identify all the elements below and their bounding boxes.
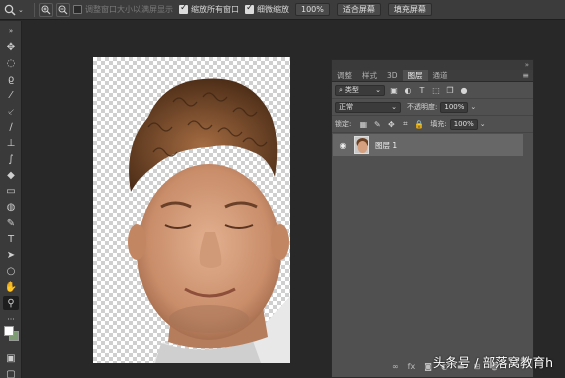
hand-tool-icon[interactable]: ✋ — [3, 280, 19, 294]
pen-tool-icon[interactable]: ✎ — [3, 216, 19, 230]
filter-shape-icon[interactable]: ⬚ — [431, 85, 441, 95]
quick-mask-icon[interactable]: ▣ — [3, 351, 19, 365]
filter-kind-select[interactable]: ⌕ 类型 ⌄ — [335, 84, 385, 96]
chevron-down-icon[interactable]: ⌄ — [480, 120, 486, 128]
filter-smart-object-icon[interactable]: ❐ — [445, 85, 455, 95]
filter-type-icon[interactable]: T — [417, 85, 427, 95]
tab-channels[interactable]: 通道 — [428, 70, 453, 81]
options-bar: ⌄ 调整窗口大小以满屏显示 缩放所有窗口 细微缩放 100% 适合屏幕 填充屏幕 — [0, 0, 565, 20]
portrait-image — [128, 78, 290, 363]
shape-tool-icon[interactable]: ○ — [3, 264, 19, 278]
scrubby-zoom-label: 细微缩放 — [257, 5, 289, 14]
lock-row: 锁定: ▦ ✎ ✥ ⌗ 🔒 填充: 100% ⌄ — [332, 116, 533, 133]
lasso-tool-icon[interactable]: ϱ — [3, 72, 19, 86]
lock-image-icon[interactable]: ✎ — [372, 119, 382, 129]
screen-mode-icon[interactable]: ▢ — [3, 367, 19, 378]
lock-artboard-icon[interactable]: ⌗ — [400, 119, 410, 129]
blend-mode-value: 正常 — [339, 103, 353, 111]
checkbox-box — [73, 5, 82, 14]
watermark-text: 头条号 / 部落窝教育h — [432, 355, 553, 370]
chevron-down-icon: ⌄ — [18, 5, 24, 14]
filter-row: ⌕ 类型 ⌄ ▣ ◐ T ⬚ ❐ ● — [332, 82, 533, 99]
move-tool-icon[interactable]: ✥ — [3, 40, 19, 54]
marquee-tool-icon[interactable]: ◌ — [3, 56, 19, 70]
brush-tool-icon[interactable]: ∕ — [3, 120, 19, 134]
eraser-tool-icon[interactable]: ◆ — [3, 168, 19, 182]
document-canvas[interactable] — [93, 57, 290, 363]
zoom-all-windows-checkbox[interactable]: 缩放所有窗口 — [179, 3, 239, 15]
layer-thumbnail — [354, 136, 369, 154]
opacity-label: 不透明度: — [407, 103, 438, 111]
fill-label: 填充: — [430, 120, 447, 128]
blend-mode-select[interactable]: 正常 ⌄ — [335, 101, 401, 113]
portrait-thumbnail — [356, 138, 368, 153]
layer-style-icon[interactable]: fx — [408, 362, 416, 371]
lock-all-icon[interactable]: 🔒 — [414, 119, 424, 129]
layer-name: 图层 1 — [375, 140, 398, 150]
foreground-color-swatch[interactable] — [4, 326, 14, 336]
lock-transparent-icon[interactable]: ▦ — [358, 119, 368, 129]
more-tools-icon[interactable]: ··· — [3, 312, 19, 326]
tools-panel: » ✥ ◌ ϱ ⁄ ⸔ ∕ ⊥ ∫ ◆ ▭ ◍ ✎ T ➤ ○ ✋ ⚲ ··· … — [0, 21, 22, 378]
tab-adjustments[interactable]: 调整 — [332, 70, 357, 81]
resize-windows-label: 调整窗口大小以满屏显示 — [85, 5, 173, 14]
panel-header: » — [332, 60, 533, 70]
fill-field[interactable]: 100% — [449, 118, 478, 130]
history-brush-icon[interactable]: ∫ — [3, 152, 19, 166]
zoom-out-icon — [58, 5, 68, 14]
magic-wand-tool-icon[interactable]: ⁄ — [3, 88, 19, 102]
search-icon: ⌕ — [339, 85, 343, 94]
tab-layers[interactable]: 图层 — [402, 70, 428, 81]
collapse-arrows-icon[interactable]: » — [3, 24, 19, 38]
eye-icon[interactable]: ◉ — [336, 141, 350, 150]
zoom-100-button[interactable]: 100% — [295, 3, 330, 16]
path-selection-icon[interactable]: ➤ — [3, 248, 19, 262]
zoom-in-icon — [41, 5, 51, 14]
link-layers-icon[interactable]: ∞ — [392, 362, 399, 371]
tab-styles[interactable]: 样式 — [357, 70, 382, 81]
zoom-all-windows-label: 缩放所有窗口 — [191, 5, 239, 14]
filter-pixel-icon[interactable]: ▣ — [389, 85, 399, 95]
zoom-tool-preset[interactable]: ⌄ — [4, 2, 30, 18]
zoom-in-button[interactable] — [39, 2, 53, 17]
filter-kind-value: 类型 — [344, 86, 359, 94]
blur-tool-icon[interactable]: ◍ — [3, 200, 19, 214]
fit-screen-button[interactable]: 适合屏幕 — [336, 3, 381, 16]
layers-panel: » 调整 样式 3D 图层 通道 ≡ ⌕ 类型 ⌄ ▣ ◐ T ⬚ ❐ ● 正常… — [331, 59, 534, 378]
fill-screen-button[interactable]: 填充屏幕 — [387, 3, 432, 16]
divider — [34, 2, 35, 17]
filter-adjustment-icon[interactable]: ◐ — [403, 85, 413, 95]
gradient-tool-icon[interactable]: ▭ — [3, 184, 19, 198]
resize-windows-checkbox[interactable]: 调整窗口大小以满屏显示 — [73, 4, 173, 15]
zoom-icon — [4, 4, 16, 16]
lock-label: 锁定: — [335, 120, 352, 128]
opacity-field[interactable]: 100% — [440, 101, 469, 113]
chevron-down-icon: ⌄ — [391, 103, 397, 111]
panel-tabs: 调整 样式 3D 图层 通道 ≡ — [332, 70, 533, 82]
eyedropper-tool-icon[interactable]: ⸔ — [3, 104, 19, 118]
blend-row: 正常 ⌄ 不透明度: 100% ⌄ — [332, 99, 533, 116]
zoom-out-button[interactable] — [56, 2, 70, 17]
scrubby-zoom-checkbox[interactable]: 细微缩放 — [245, 3, 289, 15]
stamp-tool-icon[interactable]: ⊥ — [3, 136, 19, 150]
checkbox-box — [179, 3, 188, 14]
tab-3d[interactable]: 3D — [382, 70, 403, 81]
panel-menu-icon[interactable]: ≡ — [522, 71, 529, 80]
lock-position-icon[interactable]: ✥ — [386, 119, 396, 129]
collapse-icon[interactable]: » — [525, 61, 529, 69]
zoom-tool-icon[interactable]: ⚲ — [3, 296, 19, 310]
checkbox-box — [245, 3, 254, 14]
add-mask-icon[interactable]: ◙ — [424, 362, 432, 371]
layer-row[interactable]: ◉ 图层 1 — [333, 134, 523, 156]
filter-toggle-icon[interactable]: ● — [459, 85, 469, 95]
type-tool-icon[interactable]: T — [3, 232, 19, 246]
chevron-down-icon: ⌄ — [375, 86, 381, 94]
chevron-down-icon[interactable]: ⌄ — [470, 103, 476, 111]
